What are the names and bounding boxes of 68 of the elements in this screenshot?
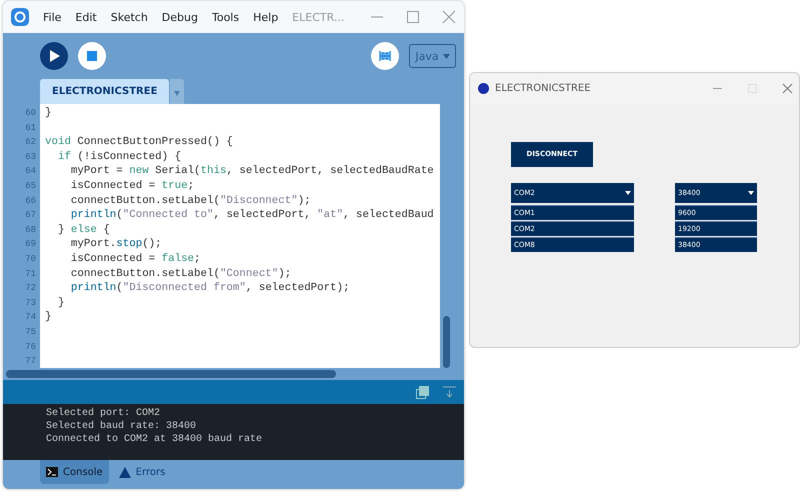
copy-icon[interactable] xyxy=(416,386,429,398)
line-number: 72 xyxy=(24,282,37,296)
code-line: println("Connected to", selectedPort, "at", selectedBaud xyxy=(70,209,434,222)
console-line: Selected port: COM2 xyxy=(46,407,162,420)
caret-icon xyxy=(442,54,450,58)
menu-item[interactable]: File xyxy=(43,10,62,24)
sketch-tab[interactable]: ELECTRONICSTREE xyxy=(40,79,170,104)
run-button[interactable] xyxy=(40,42,68,70)
code-line: } xyxy=(45,311,52,324)
maximize-icon[interactable] xyxy=(406,10,420,24)
close-icon[interactable] xyxy=(442,10,456,24)
code-line: void ConnectButtonPressed() { xyxy=(45,136,233,148)
console-tab[interactable]: Console xyxy=(40,460,109,484)
code-line: connectButton.setLabel("Disconnect"); xyxy=(70,194,311,207)
caret-icon xyxy=(748,190,754,194)
play-icon xyxy=(50,50,60,62)
code-line: } xyxy=(56,296,64,309)
warning-icon xyxy=(118,466,131,478)
line-number: 69 xyxy=(24,238,37,252)
line-number: 68 xyxy=(24,224,37,237)
stop-button[interactable] xyxy=(78,42,106,70)
menu-item[interactable]: Debug xyxy=(162,10,198,24)
line-number: 62 xyxy=(24,136,37,150)
code-line: myPort.stop(); xyxy=(70,238,162,250)
line-number: 71 xyxy=(24,268,37,281)
line-number: 74 xyxy=(24,311,37,324)
line-number: 67 xyxy=(24,209,37,222)
window-title: ELECTRONICSTREE xyxy=(495,82,591,94)
line-number: 75 xyxy=(24,326,37,339)
line-number: 76 xyxy=(24,340,37,354)
console-tab[interactable]: Errors xyxy=(112,460,172,484)
debugger-button[interactable] xyxy=(371,42,399,70)
menu-item[interactable]: Help xyxy=(253,10,278,24)
scrollbar-thumb[interactable] xyxy=(6,370,336,378)
stop-icon xyxy=(87,51,97,61)
caret-icon xyxy=(174,91,180,96)
line-number: 70 xyxy=(24,252,37,266)
console-line: Selected baud rate: 38400 xyxy=(46,420,198,433)
line-number: 61 xyxy=(24,122,37,135)
window-title: ELECTR... xyxy=(292,10,344,24)
line-number: 64 xyxy=(24,165,37,178)
scrollbar-thumb[interactable] xyxy=(443,316,450,368)
app-logo-icon xyxy=(11,8,29,26)
line-number: 63 xyxy=(24,150,37,164)
code-line: connectButton.setLabel("Connect"); xyxy=(70,268,292,280)
tab-menu-button[interactable] xyxy=(170,79,184,104)
code-line: } else { xyxy=(56,224,110,236)
menu-item[interactable]: Edit xyxy=(75,10,97,24)
code-line: isConnected = true; xyxy=(70,180,194,192)
line-number: 73 xyxy=(24,296,37,310)
line-number: 65 xyxy=(24,180,37,193)
code-line: myPort = new Serial(this, selectedPort, selectedBaudRate xyxy=(70,165,434,178)
console-line: Connected to COM2 at 38400 baud rate xyxy=(46,433,264,446)
line-number: 66 xyxy=(24,194,37,208)
line-number: 77 xyxy=(24,355,37,368)
code-line: println("Disconnected from", selectedPort); xyxy=(70,282,350,294)
code-line: if (!isConnected) { xyxy=(56,150,182,163)
app-icon xyxy=(478,82,489,94)
code-line: isConnected = false; xyxy=(70,252,201,265)
line-number: 60 xyxy=(24,107,37,120)
close-icon[interactable] xyxy=(782,82,793,94)
code-line: } xyxy=(45,107,52,119)
debugger-icon xyxy=(377,49,393,63)
terminal-icon xyxy=(46,467,58,477)
clear-icon[interactable] xyxy=(443,386,456,398)
menu-item[interactable]: Sketch xyxy=(110,10,148,24)
caret-icon xyxy=(625,190,631,194)
menu-item[interactable]: Tools xyxy=(212,10,240,24)
